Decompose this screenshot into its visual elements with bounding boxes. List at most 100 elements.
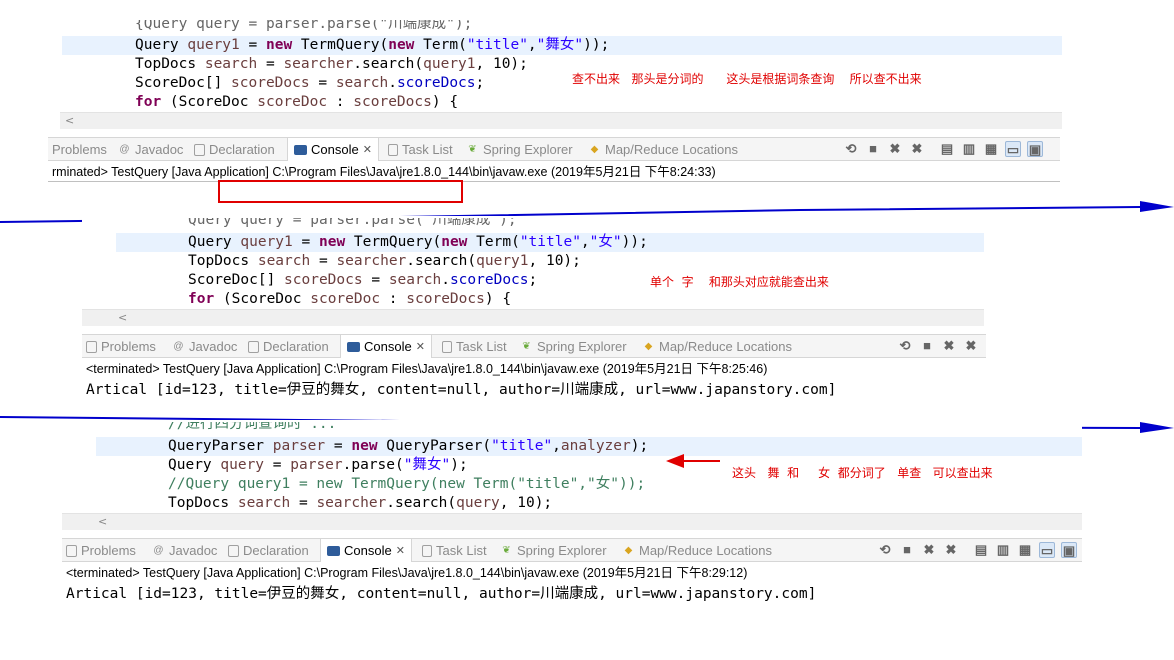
stop-icon[interactable]: ■ (919, 338, 935, 354)
clear-icon[interactable]: ▤ (973, 542, 989, 558)
scroll-lock-icon[interactable]: ▥ (961, 141, 977, 157)
close-icon[interactable]: ✕ (363, 139, 372, 161)
code-token: query1 (240, 234, 293, 250)
tab-declaration[interactable]: Declaration (228, 539, 309, 562)
code-token: (ScoreDoc (161, 94, 258, 110)
pin-icon[interactable]: ⟲ (843, 141, 859, 157)
code-line[interactable]: Query query = parser.parse("舞女"); (168, 456, 468, 475)
code-token: query1 (476, 253, 529, 269)
tab-spring-explorer[interactable]: ❦ Spring Explorer (466, 138, 572, 161)
javadoc-icon: @ (119, 143, 130, 155)
display-console-icon[interactable]: ▭ (1039, 542, 1055, 558)
tab-tasklist[interactable]: Task List (422, 539, 487, 562)
tab-javadoc[interactable]: @ Javadoc (172, 335, 237, 358)
pin-icon[interactable]: ⟲ (877, 542, 893, 558)
tab-mapreduce[interactable]: ◆ Map/Reduce Locations (588, 138, 738, 161)
code-token: Query (135, 37, 188, 53)
tab-declaration[interactable]: Declaration (248, 335, 329, 358)
code-line: {Query query = parser.parse("川端康成"); (135, 20, 473, 32)
spring-icon: ❦ (502, 544, 511, 556)
tab-mapreduce[interactable]: ◆ Map/Reduce Locations (622, 539, 772, 562)
annotation-note: 这头 舞 和 女 都分词了 单查 可以查出来 (732, 466, 993, 480)
scroll-left-icon[interactable]: < (65, 113, 74, 129)
code-token: = (264, 457, 291, 473)
tab-javadoc[interactable]: @ Javadoc (118, 138, 183, 161)
tasklist-icon (422, 544, 432, 557)
new-console-icon[interactable]: ▣ (1061, 542, 1077, 558)
tab-tasklist[interactable]: Task List (388, 138, 453, 161)
code-line-comment[interactable]: //Query query1 = new TermQuery(new Term(… (168, 475, 645, 494)
remove-icon[interactable]: ✖ (921, 542, 937, 558)
view-tab-bar: Problems @ Javadoc Declaration Console ✕ T… (62, 538, 1082, 562)
tab-mapreduce[interactable]: ◆ Map/Reduce Locations (642, 335, 792, 358)
code-token: , 10); (475, 56, 528, 72)
code-token: .search( (353, 56, 424, 72)
code-line-current[interactable]: Query query1 = new TermQuery(new Term("t… (62, 36, 1062, 55)
code-line[interactable]: TopDocs search = searcher.search(query, … (168, 494, 552, 513)
tab-declaration[interactable]: Declaration (194, 138, 275, 161)
new-console-icon[interactable]: ▣ (1027, 141, 1043, 157)
tab-console[interactable]: Console ✕ (340, 335, 432, 358)
code-token: "女" (589, 234, 622, 250)
console-icon (327, 545, 340, 556)
code-line-current[interactable]: Query query1 = new TermQuery(new Term("t… (116, 233, 984, 252)
clear-icon[interactable]: ▤ (939, 141, 955, 157)
code-token: scoreDoc (257, 94, 328, 110)
code-line[interactable]: TopDocs search = searcher.search(query1,… (188, 252, 581, 271)
scroll-left-icon[interactable]: < (118, 310, 127, 326)
code-token: = (362, 272, 389, 288)
code-line[interactable]: ScoreDoc[] scoreDocs = search.scoreDocs; (188, 271, 537, 290)
close-icon[interactable]: ✕ (416, 336, 425, 358)
console-status: rminated> TestQuery [Java Application] C… (52, 165, 716, 179)
pin-icon[interactable]: ⟲ (897, 338, 913, 354)
tab-problems[interactable]: Problems (66, 539, 136, 562)
code-token: scoreDocs (406, 291, 485, 307)
tab-spring-explorer[interactable]: ❦ Spring Explorer (520, 335, 626, 358)
close-icon[interactable]: ✕ (396, 540, 405, 562)
remove-all-icon[interactable]: ✖ (963, 338, 979, 354)
code-line[interactable]: for (ScoreDoc scoreDoc : scoreDocs) { (188, 290, 511, 309)
display-console-icon[interactable]: ▭ (1005, 141, 1021, 157)
code-token: Term( (414, 37, 467, 53)
tab-javadoc[interactable]: @ Javadoc (152, 539, 217, 562)
stop-icon[interactable]: ■ (865, 141, 881, 157)
code-line[interactable]: TopDocs search = searcher.search(query1,… (135, 55, 528, 74)
code-token: new (351, 438, 378, 454)
code-token: : (380, 291, 407, 307)
tab-console[interactable]: Console ✕ (320, 539, 412, 562)
tab-spring-explorer[interactable]: ❦ Spring Explorer (500, 539, 606, 562)
console-output: Artical [id=123, title=伊豆的舞女, content=nu… (86, 382, 837, 398)
tasklist-icon (442, 340, 452, 353)
declaration-icon (248, 340, 259, 353)
remove-icon[interactable]: ✖ (887, 141, 903, 157)
code-token: scoreDocs (284, 272, 363, 288)
code-token: ScoreDoc[] (135, 75, 232, 91)
code-line[interactable]: for (ScoreDoc scoreDoc : scoreDocs) { (135, 93, 458, 112)
code-token: Term( (467, 234, 520, 250)
word-wrap-icon[interactable]: ▦ (983, 141, 999, 157)
tab-problems[interactable]: Problems (52, 138, 107, 161)
horizontal-scrollbar[interactable]: < (62, 513, 1082, 530)
code-line[interactable]: ScoreDoc[] scoreDocs = search.scoreDocs; (135, 74, 484, 93)
code-token: QueryParser( (377, 438, 492, 454)
word-wrap-icon[interactable]: ▦ (1017, 542, 1033, 558)
scroll-left-icon[interactable]: < (98, 514, 107, 530)
tab-problems[interactable]: Problems (86, 335, 156, 358)
remove-icon[interactable]: ✖ (941, 338, 957, 354)
code-token: search (257, 253, 311, 269)
code-token: = (290, 495, 317, 511)
code-line-current[interactable]: QueryParser parser = new QueryParser("ti… (96, 437, 1082, 456)
code-token: query (220, 457, 265, 473)
horizontal-scrollbar[interactable]: < (60, 112, 1062, 129)
spring-icon: ❦ (522, 340, 531, 352)
remove-all-icon[interactable]: ✖ (943, 542, 959, 558)
javadoc-icon: @ (173, 340, 184, 352)
tab-tasklist[interactable]: Task List (442, 335, 507, 358)
scroll-lock-icon[interactable]: ▥ (995, 542, 1011, 558)
console-icon (294, 144, 307, 155)
tasklist-icon (388, 143, 398, 156)
tab-console[interactable]: Console ✕ (287, 138, 379, 161)
remove-all-icon[interactable]: ✖ (909, 141, 925, 157)
stop-icon[interactable]: ■ (899, 542, 915, 558)
horizontal-scrollbar[interactable]: < (82, 309, 984, 326)
